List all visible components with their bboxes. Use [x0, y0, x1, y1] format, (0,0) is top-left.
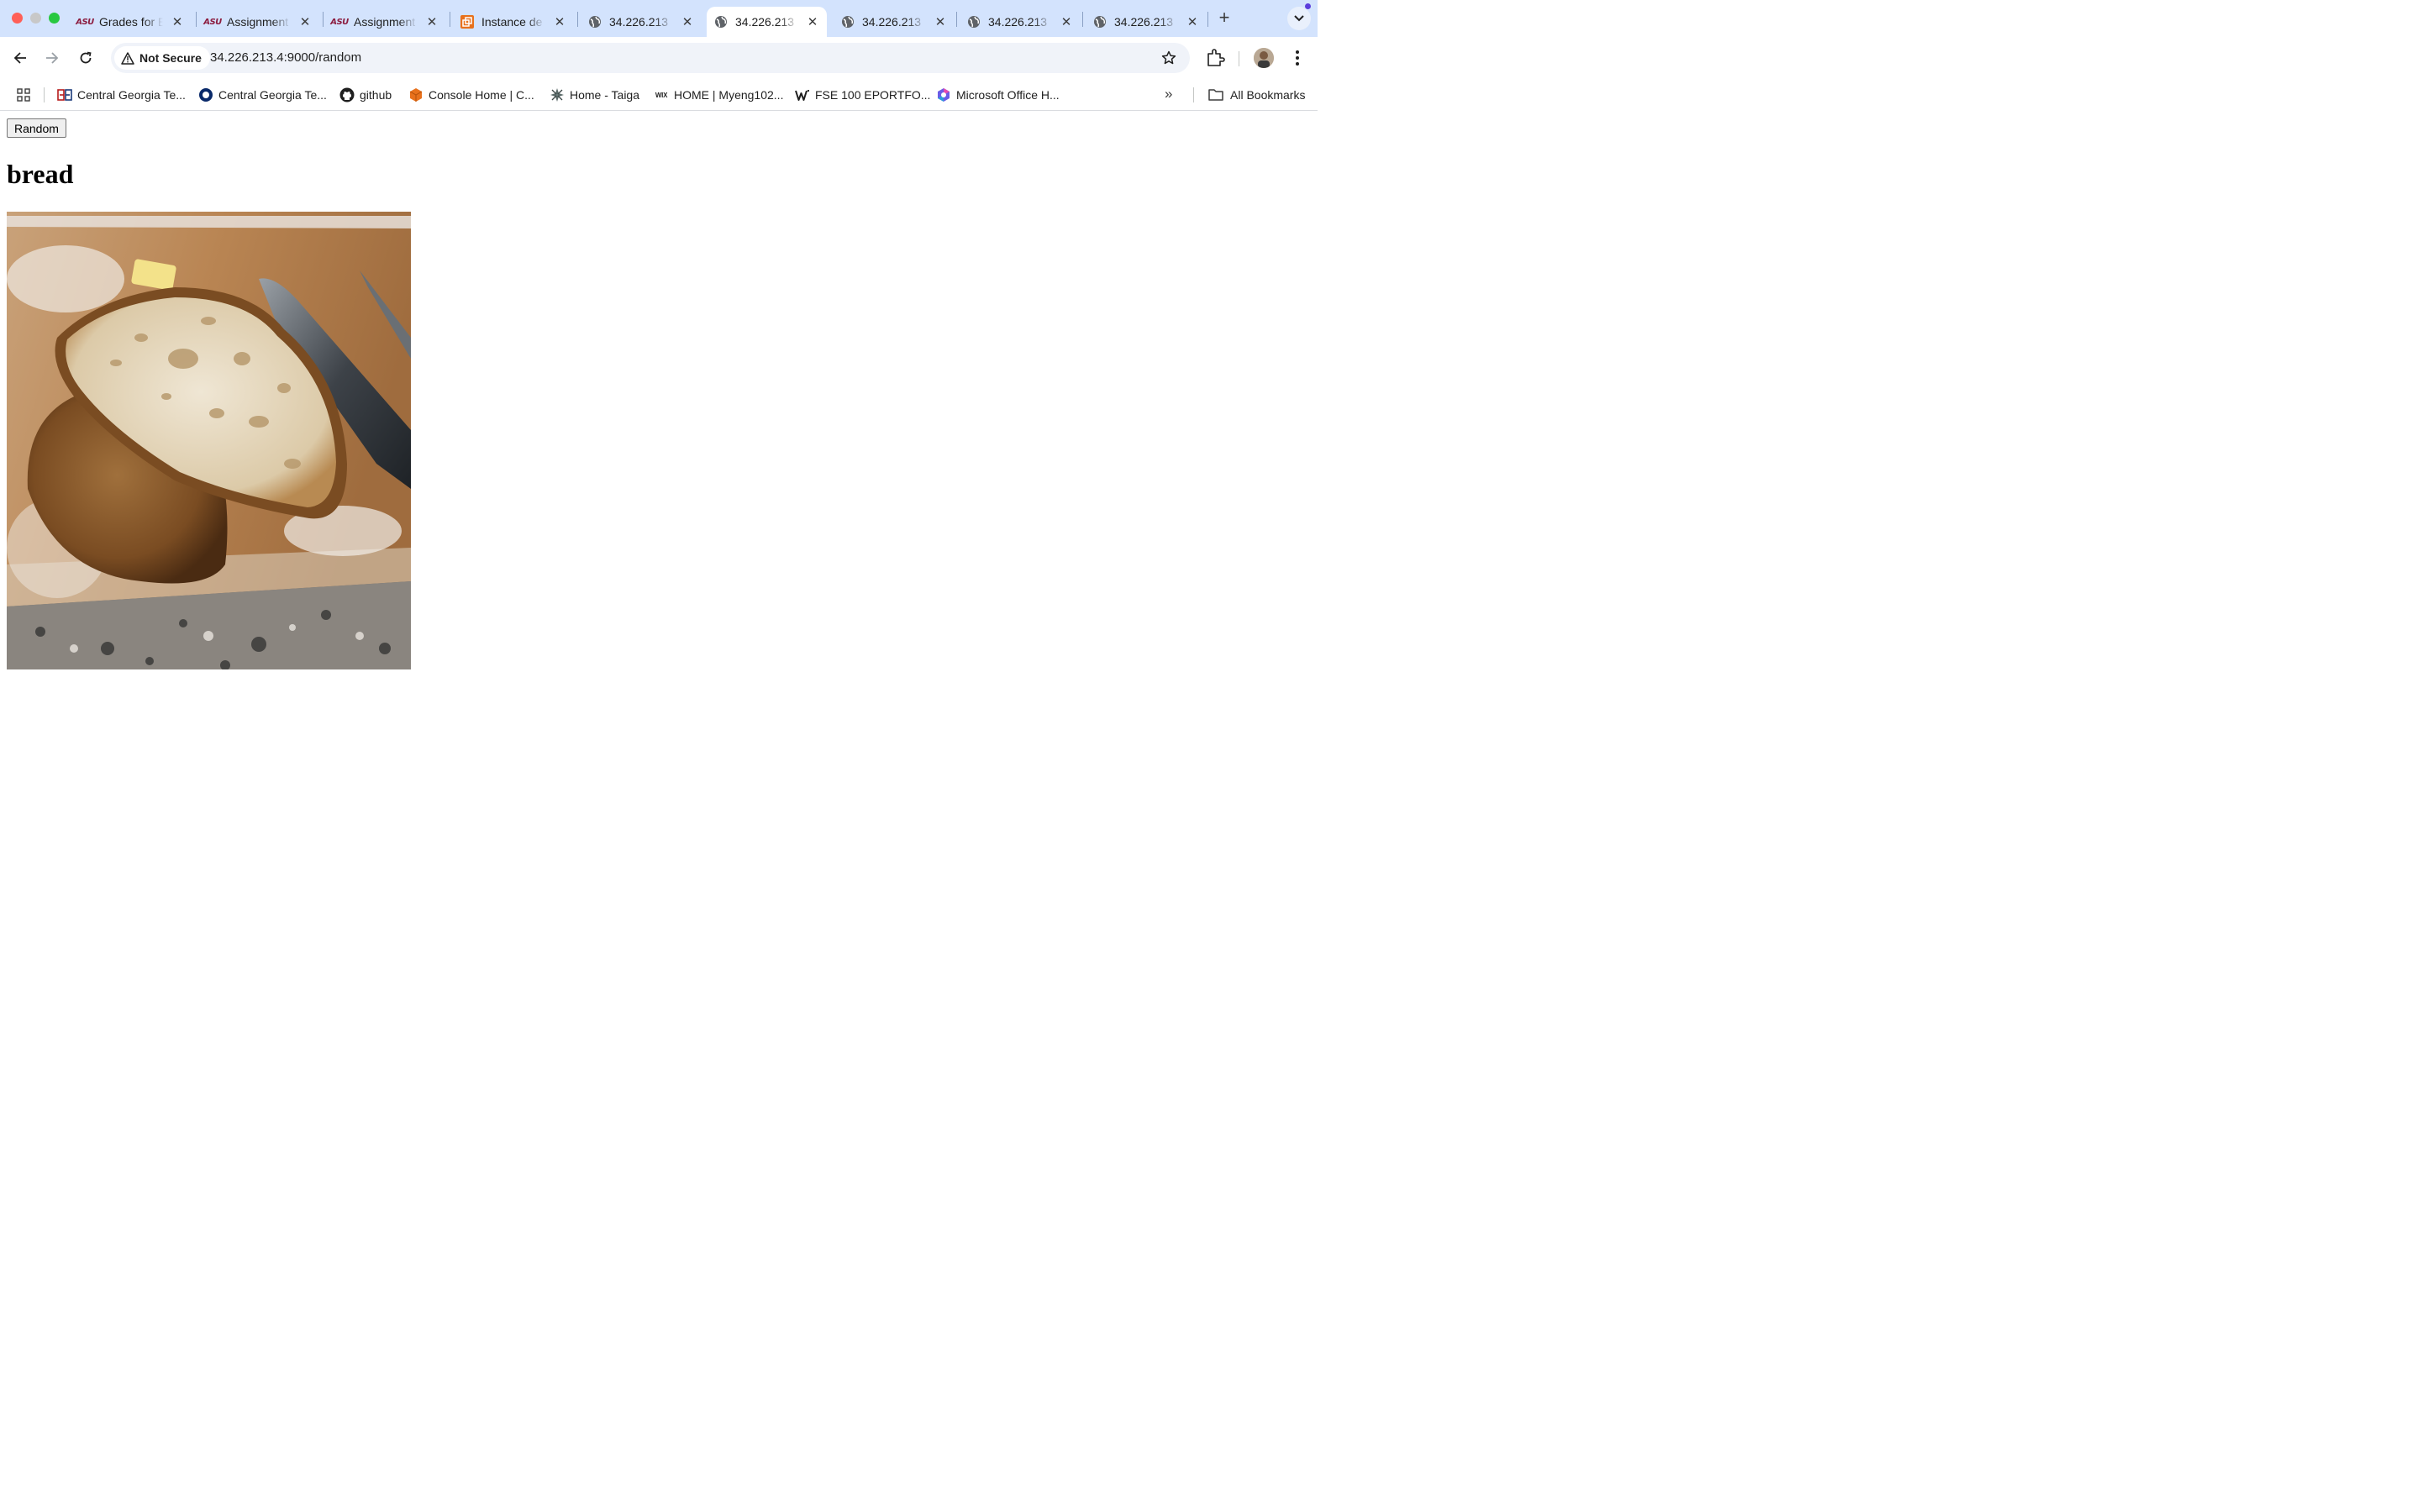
back-arrow-icon: [13, 52, 26, 64]
minimize-window-button[interactable]: [30, 13, 41, 24]
tab-instance-details[interactable]: Instance de ✕: [453, 7, 574, 37]
bookmark-central-georgia-1[interactable]: Central Georgia Te...: [57, 86, 186, 104]
wix-icon: WIX: [655, 91, 668, 99]
tab-ip-4[interactable]: 34.226.213 ✕: [960, 7, 1081, 37]
bookmark-wix-home[interactable]: WIX HOME | Myeng102...: [654, 86, 784, 104]
more-bookmarks-chevron-icon[interactable]: »: [1165, 86, 1172, 102]
close-tab-icon[interactable]: ✕: [552, 14, 567, 29]
url-text[interactable]: 34.226.213.4:9000/random: [210, 50, 361, 65]
globe-icon: [966, 15, 981, 29]
aws-icon: [460, 15, 475, 29]
warning-icon: [121, 51, 134, 65]
tab-search-button[interactable]: [1287, 7, 1311, 30]
tab-title: 34.226.213: [1114, 15, 1174, 29]
tab-title: Assignment: [227, 15, 289, 29]
bookmark-star-button[interactable]: [1160, 49, 1178, 67]
reload-button[interactable]: [75, 47, 97, 69]
asu-icon: ASU: [203, 17, 222, 27]
folder-icon: [1208, 89, 1223, 101]
close-tab-icon[interactable]: ✕: [933, 14, 948, 29]
globe-icon: [587, 15, 602, 29]
bookmark-console-home[interactable]: Console Home | C...: [408, 86, 534, 104]
back-button[interactable]: [9, 47, 31, 69]
security-label: Not Secure: [139, 51, 202, 65]
tab-strip: ASU Grades for E ✕ ASU Assignment ✕ ASU …: [0, 0, 1318, 37]
ring-icon: [198, 87, 213, 102]
close-tab-icon[interactable]: ✕: [297, 14, 313, 29]
asu-icon: ASU: [330, 17, 349, 27]
bookmark-central-georgia-2[interactable]: Central Georgia Te...: [198, 86, 327, 104]
close-tab-icon[interactable]: ✕: [1185, 14, 1200, 29]
tab-title: 34.226.213: [735, 15, 795, 29]
bookmark-fse100[interactable]: FSE 100 EPORTFO...: [795, 86, 930, 104]
tab-ip-5[interactable]: 34.226.213 ✕: [1086, 7, 1207, 37]
tab-title: 34.226.213: [988, 15, 1048, 29]
tab-title: 34.226.213: [862, 15, 922, 29]
close-window-button[interactable]: [12, 13, 23, 24]
star-icon: [1161, 50, 1176, 65]
asu-icon: ASU: [76, 17, 94, 27]
page-content: Random bread: [0, 112, 1318, 823]
bookmark-github[interactable]: github: [339, 86, 392, 104]
bread-image: [7, 212, 411, 669]
weebly-icon: [795, 87, 810, 102]
tab-assignment-1[interactable]: ASU Assignment ✕: [198, 7, 319, 37]
page-title: bread: [7, 159, 74, 189]
browser-menu-button[interactable]: [1289, 47, 1306, 69]
new-tab-button[interactable]: +: [1215, 8, 1234, 28]
random-button[interactable]: Random: [7, 118, 66, 138]
close-tab-icon[interactable]: ✕: [805, 14, 820, 29]
close-tab-icon[interactable]: ✕: [170, 14, 185, 29]
close-tab-icon[interactable]: ✕: [680, 14, 695, 29]
tab-assignment-2[interactable]: ASU Assignment ✕: [325, 7, 446, 37]
m365-icon: [936, 87, 951, 102]
tab-ip-1[interactable]: 34.226.213 ✕: [581, 7, 702, 37]
apps-grid-icon[interactable]: [17, 88, 30, 102]
address-bar[interactable]: Not Secure 34.226.213.4:9000/random: [111, 43, 1190, 73]
tab-grades[interactable]: ASU Grades for E ✕: [71, 7, 192, 37]
puzzle-icon: [1207, 49, 1225, 66]
bookmark-microsoft-office[interactable]: Microsoft Office H...: [936, 86, 1060, 104]
globe-icon: [713, 15, 729, 29]
browser-toolbar: Not Secure 34.226.213.4:9000/random: [0, 37, 1318, 79]
bookmarks-bar: Central Georgia Te... Central Georgia Te…: [0, 79, 1318, 111]
globe-icon: [1092, 15, 1107, 29]
close-tab-icon[interactable]: ✕: [424, 14, 439, 29]
tab-title: Instance de: [481, 15, 543, 29]
aws-cube-icon: [408, 87, 424, 102]
taiga-icon: [550, 87, 565, 102]
extensions-button[interactable]: [1205, 47, 1225, 69]
reload-icon: [80, 51, 92, 64]
profile-avatar[interactable]: [1254, 48, 1274, 68]
cgtc-icon: [57, 87, 72, 102]
bookmark-taiga[interactable]: Home - Taiga: [550, 86, 639, 104]
github-icon: [339, 87, 355, 102]
tab-title: 34.226.213: [609, 15, 669, 29]
maximize-window-button[interactable]: [49, 13, 60, 24]
all-bookmarks-button[interactable]: All Bookmarks: [1208, 86, 1305, 104]
tab-title: Grades for E: [99, 15, 163, 29]
forward-button[interactable]: [41, 47, 63, 69]
tab-ip-active[interactable]: 34.226.213 ✕: [707, 7, 827, 37]
tab-ip-3[interactable]: 34.226.213 ✕: [834, 7, 955, 37]
globe-icon: [840, 15, 855, 29]
chevron-down-icon: [1294, 15, 1304, 22]
close-tab-icon[interactable]: ✕: [1059, 14, 1074, 29]
notification-dot: [1305, 3, 1311, 9]
tab-title: Assignment: [354, 15, 416, 29]
security-chip[interactable]: Not Secure: [114, 46, 210, 70]
more-vert-icon: [1296, 50, 1299, 66]
forward-arrow-icon: [46, 52, 59, 64]
